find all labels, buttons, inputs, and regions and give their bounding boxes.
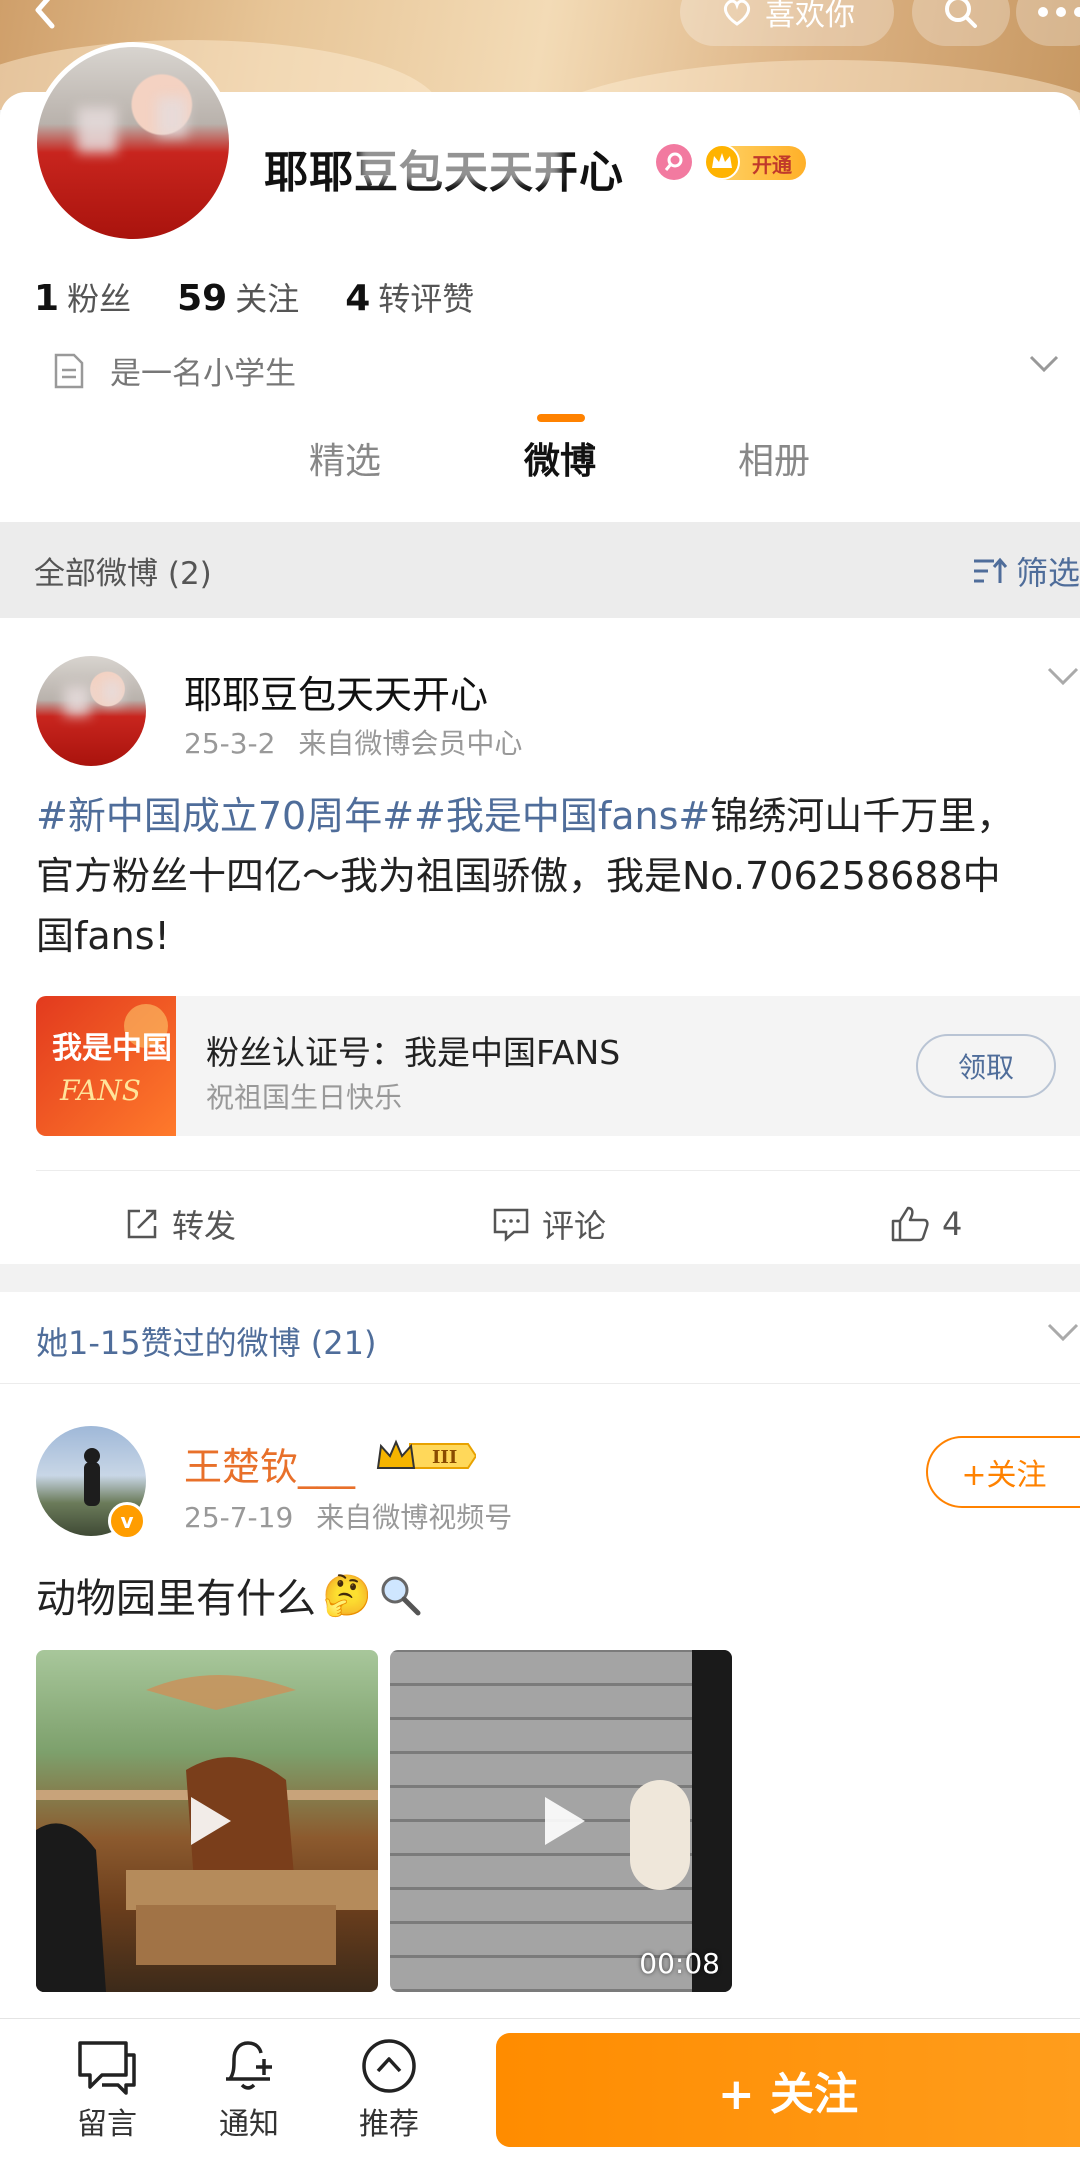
filter-label: 筛选	[1015, 554, 1080, 592]
post-author[interactable]: 耶耶豆包天天开心	[184, 664, 488, 719]
bottom-action-bar: 留言 通知 推荐 + 关注	[0, 2018, 1080, 2158]
topic-link[interactable]: #我是中国fans#	[414, 794, 710, 838]
post-date: 25-7-19	[184, 1501, 294, 1534]
post-text: 动物园里有什么 🤔	[36, 1566, 422, 1624]
avatar[interactable]	[32, 42, 234, 244]
chevron-down-icon[interactable]	[1028, 354, 1060, 374]
stat-fans[interactable]: 1 粉丝	[34, 274, 131, 320]
filter-button[interactable]: 筛选	[972, 548, 1080, 594]
search-button[interactable]	[912, 0, 1010, 46]
svg-text:FANS: FANS	[59, 1074, 141, 1107]
follow-main-button[interactable]: + 关注	[496, 2033, 1080, 2147]
document-icon	[54, 353, 84, 388]
message-icon	[78, 2041, 136, 2095]
filter-icon	[973, 557, 1008, 583]
search-icon	[945, 0, 977, 28]
heart-hand-icon	[723, 0, 751, 26]
post-actions: 转发 评论 4	[0, 1184, 1080, 1264]
repost-icon	[127, 1209, 157, 1239]
bell-add-icon	[226, 2041, 272, 2090]
avatar-photo	[36, 656, 146, 766]
message-button[interactable]: 留言	[52, 2037, 162, 2143]
profile-card: 耶耶豆包天天开心 开通 1粉丝 59关注 4转评赞 是一名小学生 精选 微博 相…	[0, 42, 1080, 522]
post-author[interactable]: 王楚钦___	[184, 1436, 355, 1491]
play-icon	[545, 1797, 585, 1845]
tab-album[interactable]: 相册	[714, 432, 834, 484]
like-count: 4	[942, 1205, 963, 1243]
vip-open-badge[interactable]: 开通	[704, 144, 806, 180]
card-thumbnail: 我是中国 FANS	[36, 996, 176, 1136]
post-card: 耶耶豆包天天开心 25-3-2 来自微博会员中心 #新中国成立70周年##我是中…	[0, 618, 1080, 1264]
video-duration: 00:08	[639, 1947, 720, 1980]
like-button[interactable]: 4	[890, 1184, 962, 1264]
vip-label: 开通	[752, 152, 792, 177]
post-card: v 王楚钦___ III +关注 25-7-19 来自微博视频号 动物园里有什么…	[0, 1384, 1080, 2024]
crown-icon	[704, 144, 740, 180]
comment-icon	[493, 1208, 529, 1242]
notify-label: 通知	[219, 2107, 279, 2142]
profile-tabs: 精选 微博 相册	[0, 432, 1080, 522]
post-date: 25-3-2	[184, 727, 276, 760]
post-meta: 25-7-19 来自微博视频号	[184, 1496, 512, 1536]
post-body: 动物园里有什么	[36, 1576, 316, 1622]
follow-button[interactable]: +关注	[926, 1436, 1080, 1508]
like-you-label: 喜欢你	[765, 0, 855, 33]
profile-bio: 是一名小学生	[52, 348, 296, 393]
active-tab-indicator	[537, 414, 585, 422]
avatar[interactable]	[36, 656, 146, 766]
liked-posts-label: 她1-15赞过的微博 (21)	[36, 1324, 377, 1362]
female-icon	[656, 144, 692, 180]
like-you-button[interactable]: 喜欢你	[680, 0, 894, 46]
back-icon[interactable]	[22, 0, 70, 38]
topic-link[interactable]: #新中国成立70周年#	[36, 794, 414, 838]
recommend-button[interactable]: 推荐	[334, 2037, 444, 2143]
chevron-down-icon[interactable]	[1046, 666, 1080, 688]
all-posts-count: 全部微博 (2)	[34, 556, 212, 592]
rank-badge: III	[376, 1436, 478, 1476]
crown-rank-icon: III	[376, 1439, 478, 1469]
thumbnail-goat	[630, 1780, 690, 1890]
chevron-up-circle-icon	[362, 2039, 416, 2093]
more-icon	[1038, 7, 1080, 17]
card-title: 粉丝认证号：我是中国FANS	[206, 1033, 621, 1072]
card-subtitle: 祝祖国生日快乐	[206, 1081, 403, 1114]
comment-label: 评论	[542, 1207, 607, 1245]
verified-badge-icon: v	[108, 1502, 146, 1540]
magnifier-icon	[381, 1576, 421, 1616]
chevron-down-icon[interactable]	[1046, 1322, 1080, 1344]
tab-featured[interactable]: 精选	[285, 432, 405, 484]
repost-label: 转发	[172, 1207, 237, 1245]
video-thumbnail[interactable]	[36, 1650, 378, 1992]
avatar-photo	[37, 47, 229, 239]
thumbs-up-icon	[891, 1206, 929, 1242]
tab-weibo[interactable]: 微博	[500, 432, 620, 484]
username-redaction	[360, 142, 560, 182]
stat-interactions[interactable]: 4 转评赞	[345, 274, 474, 320]
message-label: 留言	[77, 2107, 137, 2142]
thumbnail-person	[692, 1650, 732, 1992]
bio-text: 是一名小学生	[110, 356, 296, 392]
recommend-label: 推荐	[359, 2107, 419, 2142]
thinking-emoji: 🤔	[322, 1572, 372, 1619]
post-meta: 25-3-2 来自微博会员中心	[184, 722, 522, 762]
claim-button[interactable]: 领取	[916, 1034, 1056, 1098]
more-button[interactable]	[1016, 0, 1080, 46]
comment-button[interactable]: 评论	[492, 1184, 606, 1264]
post-text: #新中国成立70周年##我是中国fans#锦绣河山千万里，官方粉丝十四亿～我为祖…	[36, 786, 1036, 966]
play-icon	[191, 1797, 231, 1845]
post-source: 来自微博视频号	[316, 1501, 513, 1534]
stat-following[interactable]: 59 关注	[177, 274, 299, 320]
link-card[interactable]: 我是中国 FANS 粉丝认证号：我是中国FANS 祝祖国生日快乐 领取	[36, 996, 1080, 1136]
liked-posts-header[interactable]: 她1-15赞过的微博 (21)	[0, 1292, 1080, 1384]
notify-button[interactable]: 通知	[194, 2037, 304, 2143]
divider	[36, 1170, 1080, 1171]
filter-bar: 全部微博 (2) 筛选	[0, 522, 1080, 618]
svg-text:III: III	[432, 1447, 457, 1468]
repost-button[interactable]: 转发	[124, 1184, 236, 1264]
post-source: 来自微博会员中心	[298, 727, 523, 760]
profile-stats: 1 粉丝 59 关注 4 转评赞	[34, 274, 474, 320]
video-thumbnail[interactable]: 00:08	[390, 1650, 732, 1992]
svg-text:我是中国: 我是中国	[52, 1031, 172, 1066]
